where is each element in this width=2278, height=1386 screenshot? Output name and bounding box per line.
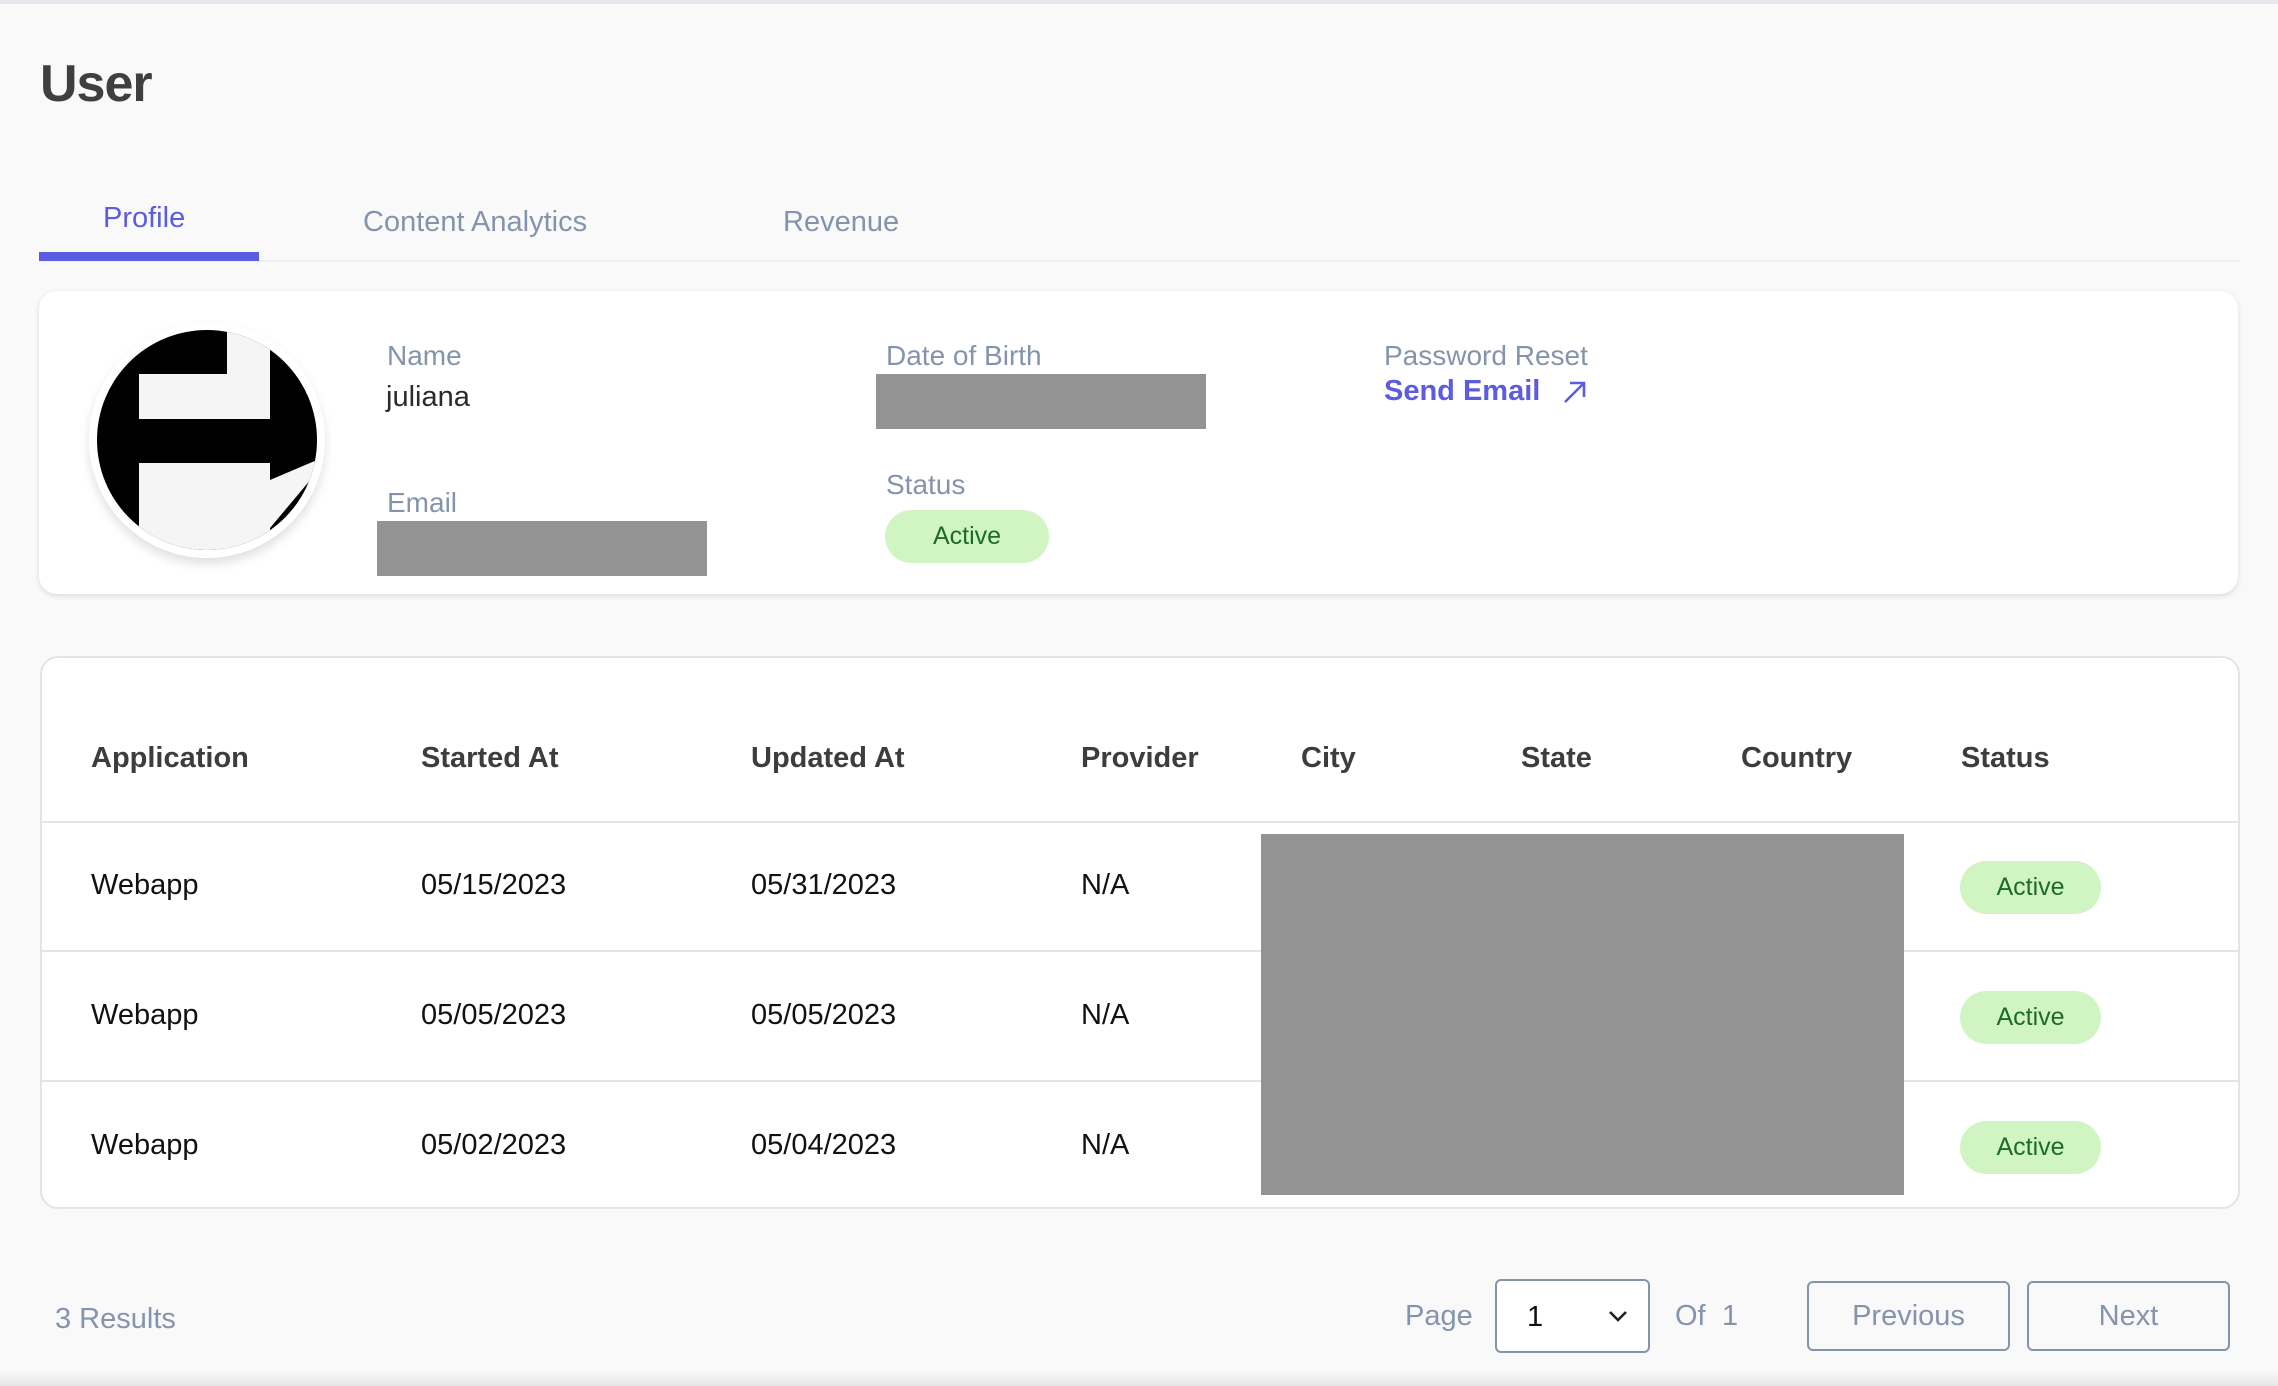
cell-provider: N/A bbox=[1081, 999, 1130, 1031]
avatar bbox=[89, 322, 325, 558]
cell-application: Webapp bbox=[91, 1129, 199, 1161]
header-divider bbox=[42, 821, 2238, 823]
chevron-down-icon bbox=[1609, 1311, 1627, 1322]
arrow-up-right-icon bbox=[1564, 381, 1586, 403]
page-label: Page bbox=[1405, 1300, 1473, 1332]
results-count: 3 Results bbox=[55, 1303, 176, 1335]
row-divider bbox=[42, 950, 2238, 952]
name-label: Name bbox=[387, 340, 462, 371]
page-select[interactable]: 1 bbox=[1495, 1279, 1650, 1353]
cell-status-badge: Active bbox=[1960, 991, 2101, 1044]
cell-status-badge: Active bbox=[1960, 861, 2101, 914]
email-label: Email bbox=[387, 487, 458, 518]
page-title: User bbox=[40, 55, 153, 113]
column-header-provider: Provider bbox=[1081, 742, 1199, 774]
column-header-application: Application bbox=[91, 742, 249, 774]
column-header-country: Country bbox=[1741, 742, 1853, 774]
profile-card: Name juliana Email Date of Birth Status … bbox=[39, 291, 2238, 594]
total-pages: 1 bbox=[1722, 1300, 1739, 1332]
cell-updated-at: 05/31/2023 bbox=[751, 869, 897, 901]
bottom-edge bbox=[0, 1370, 2278, 1386]
active-tab-indicator bbox=[39, 252, 259, 261]
cell-started-at: 05/05/2023 bbox=[421, 999, 567, 1031]
dob-redacted bbox=[876, 374, 1206, 429]
send-email-link[interactable]: Send Email bbox=[1384, 375, 1588, 408]
of-label: Of bbox=[1675, 1300, 1706, 1332]
row-divider bbox=[42, 1080, 2238, 1082]
column-header-started-at: Started At bbox=[421, 742, 559, 774]
column-header-status: Status bbox=[1961, 742, 2050, 774]
cell-application: Webapp bbox=[91, 999, 199, 1031]
email-redacted bbox=[377, 521, 707, 576]
column-header-state: State bbox=[1521, 742, 1592, 774]
tab-content-analytics[interactable]: Content Analytics bbox=[363, 206, 587, 239]
status-badge: Active bbox=[885, 510, 1049, 563]
cell-provider: N/A bbox=[1081, 1129, 1130, 1161]
cell-updated-at: 05/05/2023 bbox=[751, 999, 897, 1031]
cell-provider: N/A bbox=[1081, 869, 1130, 901]
previous-button[interactable]: Previous bbox=[1807, 1281, 2010, 1351]
send-email-label: Send Email bbox=[1384, 375, 1541, 407]
sessions-table: Application Started At Updated At Provid… bbox=[40, 656, 2240, 1209]
cell-application: Webapp bbox=[91, 869, 199, 901]
cell-status-badge: Active bbox=[1960, 1121, 2101, 1174]
avatar-image-icon bbox=[97, 330, 317, 550]
column-header-city: City bbox=[1301, 742, 1356, 774]
status-label: Status bbox=[886, 469, 966, 500]
tab-revenue[interactable]: Revenue bbox=[783, 206, 899, 239]
next-button[interactable]: Next bbox=[2027, 1281, 2230, 1351]
cell-updated-at: 05/04/2023 bbox=[751, 1129, 897, 1161]
tab-bar: Profile Content Analytics Revenue bbox=[39, 196, 2239, 262]
column-header-updated-at: Updated At bbox=[751, 742, 905, 774]
page-select-value: 1 bbox=[1527, 1301, 1544, 1333]
location-redacted bbox=[1261, 834, 1904, 1195]
dob-label: Date of Birth bbox=[886, 340, 1042, 371]
cell-started-at: 05/15/2023 bbox=[421, 869, 567, 901]
cell-started-at: 05/02/2023 bbox=[421, 1129, 567, 1161]
top-border bbox=[0, 0, 2278, 4]
password-reset-label: Password Reset bbox=[1384, 340, 1588, 371]
tab-profile[interactable]: Profile bbox=[103, 202, 185, 235]
name-value: juliana bbox=[386, 381, 470, 413]
